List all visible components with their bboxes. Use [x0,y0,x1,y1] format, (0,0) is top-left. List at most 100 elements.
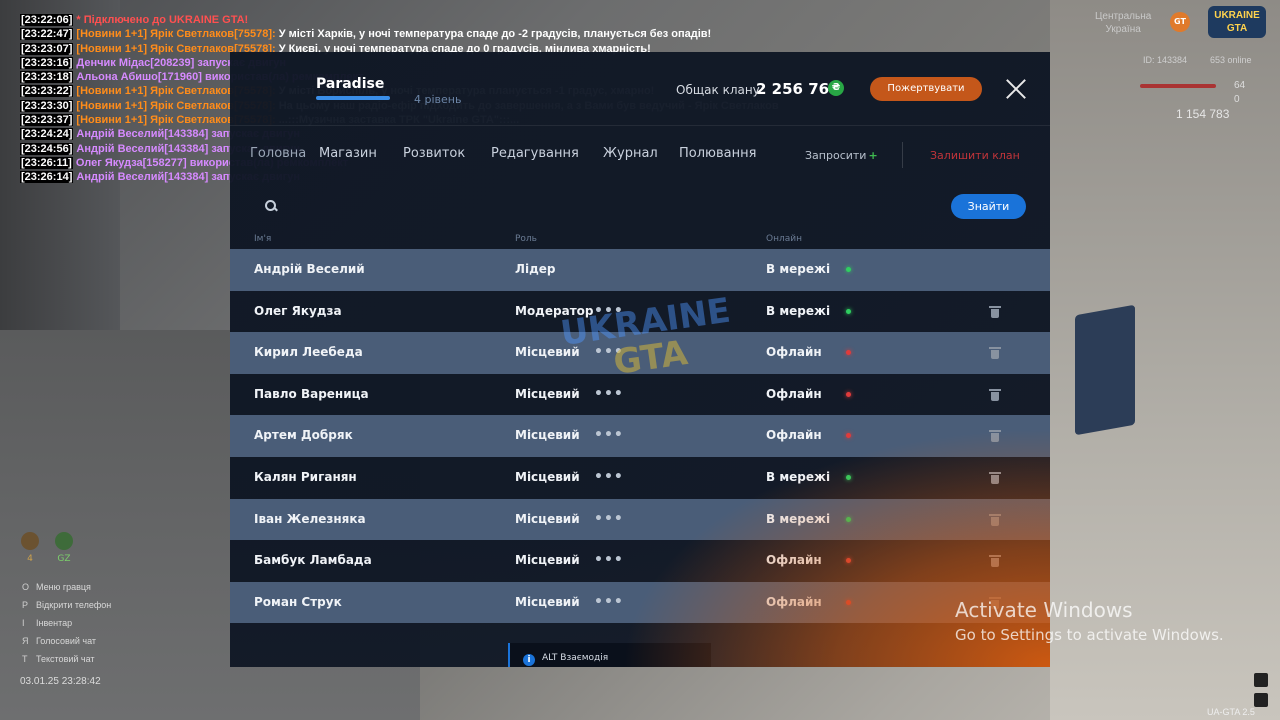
alt-interaction-hint: i ALT Взаємодія [508,643,711,667]
hotkey-key: O [22,582,30,592]
hotkey-label: Голосовий чат [36,636,96,646]
offline-dot-icon [846,599,851,605]
table-row[interactable]: Андрій Веселий Лідер В мережі [230,249,1050,291]
chat-line: [23:22:06] * Підключено до UKRAINE GTA! [20,13,779,27]
offline-dot-icon [846,350,851,356]
online-count: 653 online [1210,55,1252,65]
member-status: В мережі [766,303,831,318]
trash-icon[interactable] [989,471,1001,484]
trash-icon[interactable] [989,305,1001,318]
chat-timestamp: [23:23:16] [20,56,74,69]
member-role: Місцевий [515,553,580,568]
clan-header: Paradise 4 рівень Общак клану: 2 256 765… [230,52,1050,126]
system-icons [1254,673,1268,707]
column-header-online: Онлайн [766,234,802,244]
table-row[interactable]: Кирил Леебеда Місцевий ••• Офлайн [230,332,1050,374]
member-name: Артем Добряк [254,428,353,443]
more-options-icon[interactable]: ••• [594,415,624,457]
member-role: Місцевий [515,345,580,360]
settings-icon [1254,693,1268,707]
member-status: Офлайн [766,386,822,401]
find-button[interactable]: Знайти [951,194,1026,219]
more-options-icon[interactable]: ••• [594,540,624,582]
online-dot-icon [846,474,851,480]
member-status: Офлайн [766,553,822,568]
chat-timestamp: [23:24:24] [20,128,74,141]
table-row[interactable]: Роман Струк Місцевий ••• Офлайн [230,581,1050,624]
table-row[interactable]: Олег Якудза Модератор ••• В мережі [230,291,1050,333]
more-options-icon[interactable]: ••• [594,499,624,541]
offline-dot-icon [846,558,851,564]
offline-dot-icon [846,391,851,397]
member-role: Місцевий [515,594,580,609]
more-options-icon[interactable]: ••• [594,374,624,416]
chat-text: * Підключено до UKRAINE GTA! [73,14,249,26]
hunger-icon: 4 [20,532,40,564]
chat-timestamp: [23:23:22] [20,85,74,98]
table-row[interactable]: Артем Добряк Місцевий ••• Офлайн [230,415,1050,457]
logo-line2: GTA [1226,23,1248,34]
invite-button[interactable]: Запросити + [805,149,878,162]
alt-hint-text: ALT Взаємодія [542,653,609,663]
clan-name: Paradise [316,76,385,92]
online-dot-icon [846,267,851,272]
close-icon[interactable] [1006,79,1026,99]
server-logo: UKRAINE GTA [1208,6,1266,38]
member-status: В мережі [766,469,831,484]
chat-timestamp: [23:26:14] [20,171,74,184]
donate-button[interactable]: Пожертвувати [870,77,982,101]
search-input[interactable] [286,194,886,218]
logo-line1: UKRAINE [1214,10,1260,21]
chat-timestamp: [23:22:47] [20,28,74,41]
tab-shop[interactable]: Магазин [319,146,377,161]
hryvnia-icon: ₴ [828,80,844,96]
tab-development[interactable]: Розвиток [403,146,465,161]
member-role: Місцевий [515,469,580,484]
invite-label: Запросити [805,149,867,162]
table-row[interactable]: Іван Железняка Місцевий ••• В мережі [230,498,1050,541]
tab-journal[interactable]: Журнал [603,146,658,161]
chat-timestamp: [23:24:56] [20,142,74,155]
chat-text: У місті Харків, у ночі температура спаде… [275,28,712,41]
column-header-role: Роль [515,234,537,244]
hotkey-item: O Меню гравця [22,578,111,596]
member-status: Офлайн [766,428,822,443]
chat-timestamp: [23:23:37] [20,114,74,127]
balance-label: Общак клану: [676,83,764,97]
leave-clan-button[interactable]: Залишити клан [930,149,1020,162]
chat-line: [23:22:47] [Новини 1+1] Ярік Светлаков[7… [20,27,779,41]
tab-divider [902,142,903,168]
trash-icon[interactable] [989,347,1001,360]
trash-icon[interactable] [989,513,1001,526]
armor-value: 0 [1234,94,1240,105]
clan-level-progress [316,96,390,100]
tab-home[interactable]: Головна [250,146,306,161]
more-options-icon[interactable]: ••• [594,457,624,499]
trash-icon[interactable] [989,388,1001,401]
table-row[interactable]: Павло Вареница Місцевий ••• Офлайн [230,374,1050,416]
table-row[interactable]: Калян Риганян Місцевий ••• В мережі [230,457,1050,499]
status-icons: 4 GZ [20,532,74,564]
table-row[interactable]: Бамбук Ламбада Місцевий ••• Офлайн [230,540,1050,582]
balance-value: 2 256 765 [756,80,840,98]
region-badge-icon: GT [1170,12,1190,32]
clan-tabs: Головна Магазин Розвиток Редагування Жур… [230,136,1050,172]
member-name: Калян Риганян [254,469,357,484]
hotkey-item: P Відкрити телефон [22,596,111,614]
datetime: 03.01.25 23:28:42 [20,676,101,687]
more-options-icon[interactable]: ••• [594,291,624,333]
hotkey-key: P [22,600,29,610]
hotkey-item: Я Голосовий чат [22,632,111,650]
trash-icon[interactable] [989,430,1001,443]
tab-editing[interactable]: Редагування [491,146,579,161]
member-role: Місцевий [515,386,580,401]
member-status: В мережі [766,511,831,526]
more-options-icon[interactable]: ••• [594,582,624,624]
health-value: 64 [1234,80,1246,91]
tab-hunting[interactable]: Полювання [679,146,756,161]
chat-timestamp: [23:23:18] [20,71,74,84]
trash-icon[interactable] [989,555,1001,568]
member-role: Місцевий [515,428,580,443]
more-options-icon[interactable]: ••• [594,332,624,374]
member-name: Андрій Веселий [254,262,365,276]
